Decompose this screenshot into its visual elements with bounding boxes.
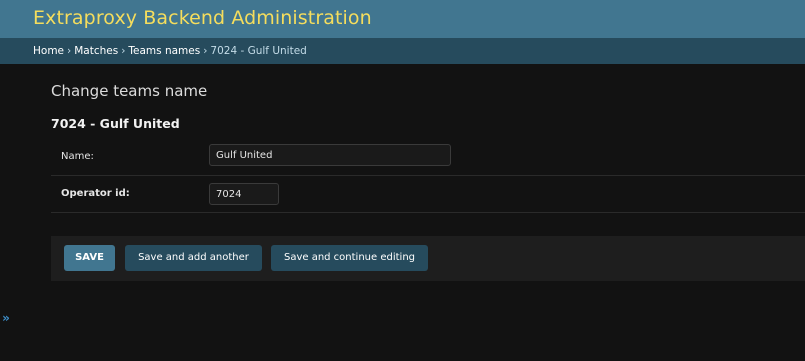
breadcrumb-teams-names[interactable]: Teams names — [128, 45, 200, 57]
breadcrumb-separator: › — [203, 45, 208, 57]
form-row-operator-id: Operator id: — [51, 176, 805, 213]
site-header: Extraproxy Backend Administration — [0, 0, 805, 38]
breadcrumb: Home › Matches › Teams names › 7024 - Gulf Uni… — [0, 38, 805, 64]
breadcrumb-home[interactable]: Home — [33, 45, 64, 57]
operator-id-input[interactable] — [209, 183, 279, 205]
save-button[interactable]: SAVE — [64, 245, 115, 271]
main-content: Change teams name 7024 - Gulf United Nam… — [0, 64, 805, 361]
name-input[interactable] — [209, 144, 451, 166]
page-title: Change teams name — [51, 82, 208, 100]
operator-id-label: Operator id: — [61, 188, 130, 199]
double-chevron-right-icon[interactable]: » — [0, 310, 12, 326]
submit-row: SAVE Save and add another Save and conti… — [51, 236, 805, 281]
save-and-add-another-button[interactable]: Save and add another — [125, 245, 262, 271]
name-label: Name: — [61, 151, 94, 162]
breadcrumb-current: 7024 - Gulf United — [210, 45, 307, 57]
site-title[interactable]: Extraproxy Backend Administration — [33, 0, 805, 36]
save-and-continue-editing-button[interactable]: Save and continue editing — [271, 245, 428, 271]
breadcrumb-matches[interactable]: Matches — [74, 45, 118, 57]
form-row-name: Name: — [51, 140, 805, 176]
object-title: 7024 - Gulf United — [51, 116, 180, 131]
breadcrumb-separator: › — [67, 45, 72, 57]
breadcrumb-separator: › — [121, 45, 126, 57]
